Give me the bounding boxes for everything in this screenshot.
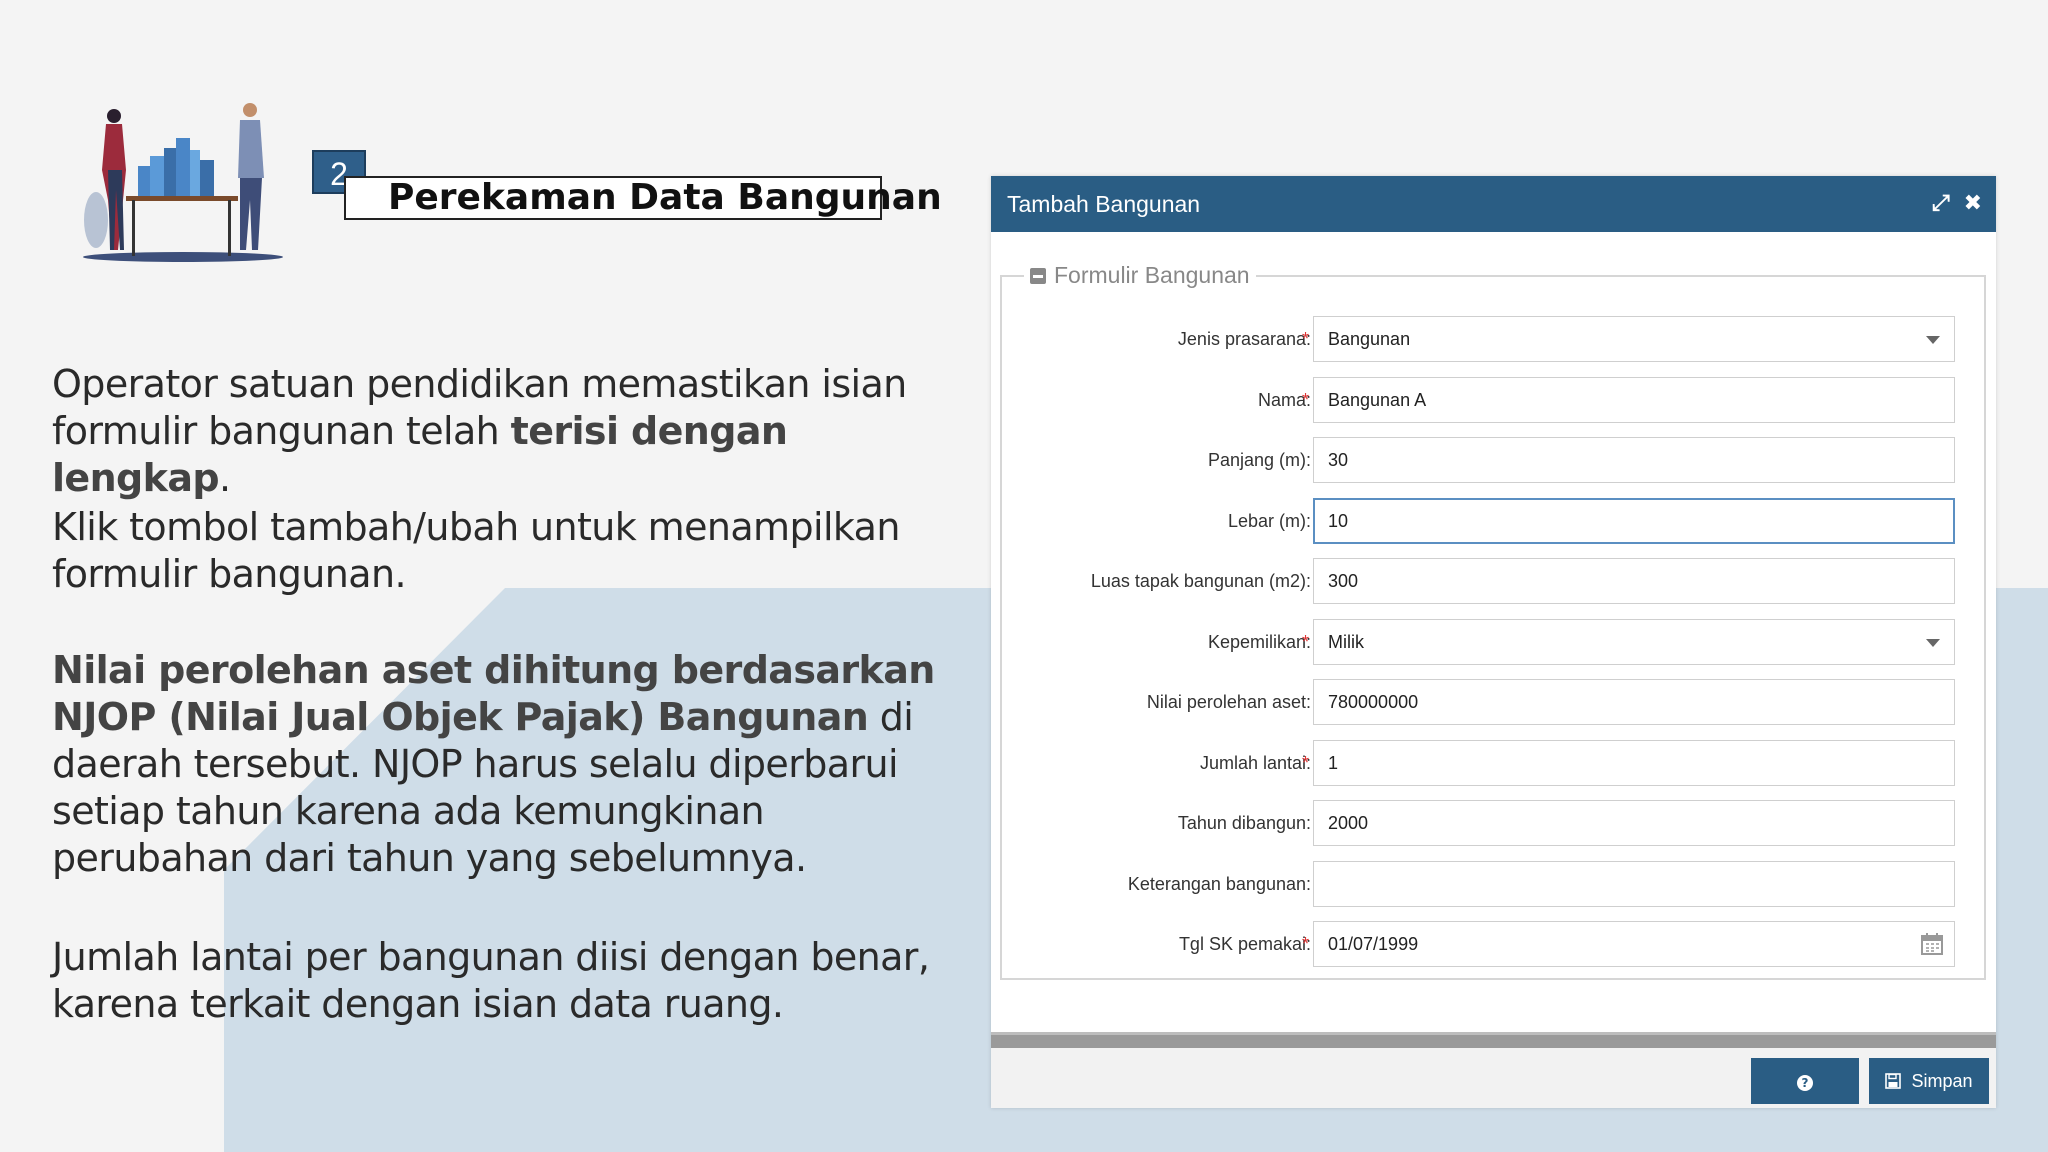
field-label: Nilai perolehan aset: — [1146, 692, 1311, 712]
field-jumlah-lantai: Jumlah lantai: * 1 — [1002, 740, 1984, 786]
floppy-icon — [1885, 1073, 1902, 1089]
illustration-people-building — [83, 103, 283, 262]
field-lebar: Lebar (m): 10 — [1002, 498, 1984, 544]
jumlah-lantai-input[interactable]: 1 — [1313, 740, 1955, 786]
field-label: Luas tapak bangunan (m2): — [1090, 571, 1311, 591]
save-button[interactable]: Simpan — [1869, 1058, 1989, 1104]
lebar-input[interactable]: 10 — [1313, 498, 1955, 544]
panjang-input[interactable]: 30 — [1313, 437, 1955, 483]
help-button[interactable]: ? — [1751, 1058, 1859, 1104]
slide-title: Perekaman Data Bangunan — [344, 176, 942, 220]
chevron-down-icon[interactable] — [1926, 639, 1940, 647]
date-value: 01/07/1999 — [1328, 934, 1419, 954]
tambah-bangunan-dialog: Tambah Bangunan ⤢ ✖ Formulir Bangunan Je… — [991, 176, 1996, 1108]
required-marker: * — [1302, 753, 1310, 773]
nama-input[interactable]: Bangunan A — [1313, 377, 1955, 423]
select-value: Bangunan — [1328, 329, 1411, 349]
keterangan-input[interactable] — [1313, 861, 1955, 907]
luas-tapak-input[interactable]: 300 — [1313, 558, 1955, 604]
field-tgl-sk: Tgl SK pemakai: * 01/07/1999 — [1002, 921, 1984, 967]
field-label: Tgl SK pemakai: — [1178, 934, 1311, 954]
close-icon[interactable]: ✖ — [1964, 193, 1982, 215]
field-label: Keterangan bangunan: — [1127, 874, 1311, 894]
field-label: Lebar (m): — [1227, 511, 1311, 531]
field-label: Panjang (m): — [1207, 450, 1311, 470]
field-nama: Nama: * Bangunan A — [1002, 377, 1984, 423]
dialog-title: Tambah Bangunan — [1007, 191, 1201, 217]
field-panjang: Panjang (m): 30 — [1002, 437, 1984, 483]
select-value: Milik — [1328, 632, 1364, 652]
nilai-perolehan-input[interactable]: 780000000 — [1313, 679, 1955, 725]
paragraph-4: Jumlah lantai per bangunan diisi dengan … — [52, 935, 930, 1026]
collapse-icon[interactable] — [1030, 267, 1046, 284]
paragraph-3: Nilai perolehan aset dihitung berdasarka… — [52, 648, 935, 880]
expand-icon[interactable]: ⤢ — [1932, 193, 1950, 215]
calendar-icon[interactable] — [1920, 932, 1944, 956]
required-marker: * — [1302, 934, 1310, 954]
jenis-prasarana-select[interactable]: Bangunan — [1313, 316, 1955, 362]
tgl-sk-date-input[interactable]: 01/07/1999 — [1313, 921, 1955, 967]
field-nilai-perolehan: Nilai perolehan aset: 780000000 — [1002, 679, 1984, 725]
save-button-label: Simpan — [1911, 1071, 1973, 1091]
field-label: Jumlah lantai: — [1199, 753, 1311, 773]
field-luas-tapak: Luas tapak bangunan (m2): 300 — [1002, 558, 1984, 604]
dialog-footer: ? Simpan — [991, 1048, 1996, 1108]
field-kepemilikan: Kepemilikan: * Milik — [1002, 619, 1984, 665]
required-marker: * — [1302, 632, 1310, 652]
tahun-dibangun-input[interactable]: 2000 — [1313, 800, 1955, 846]
field-label: Jenis prasarana: — [1177, 329, 1311, 349]
field-tahun-dibangun: Tahun dibangun: 2000 — [1002, 800, 1984, 846]
paragraph-2: Klik tombol tambah/ubah untuk menampilka… — [52, 505, 900, 596]
required-marker: * — [1302, 329, 1310, 349]
required-marker: * — [1302, 390, 1310, 410]
field-keterangan: Keterangan bangunan: — [1002, 861, 1984, 907]
fieldset-legend[interactable]: Formulir Bangunan — [1024, 262, 1256, 289]
question-icon: ? — [1797, 1075, 1813, 1091]
field-jenis-prasarana: Jenis prasarana: * Bangunan — [1002, 316, 1984, 362]
formulir-bangunan-fieldset: Formulir Bangunan Jenis prasarana: * Ban… — [1000, 262, 1986, 980]
paragraph-1: Operator satuan pendidikan memastikan is… — [52, 362, 907, 500]
chevron-down-icon[interactable] — [1926, 336, 1940, 344]
dialog-header: Tambah Bangunan ⤢ ✖ — [991, 176, 1996, 232]
dialog-footer-divider — [991, 1032, 1996, 1048]
fieldset-legend-label: Formulir Bangunan — [1054, 262, 1250, 288]
field-label: Kepemilikan: — [1207, 632, 1311, 652]
kepemilikan-select[interactable]: Milik — [1313, 619, 1955, 665]
field-label: Tahun dibangun: — [1177, 813, 1311, 833]
